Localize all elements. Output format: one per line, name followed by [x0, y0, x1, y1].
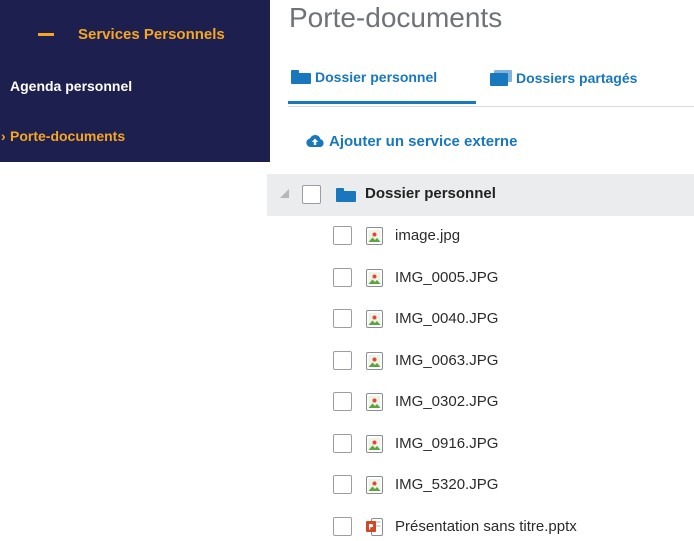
tab-label: Dossiers partagés — [516, 70, 638, 86]
add-external-service-link[interactable]: Ajouter un service externe — [305, 128, 517, 154]
add-external-service-label: Ajouter un service externe — [329, 132, 518, 150]
image-file-icon — [366, 310, 383, 328]
tab-label: Dossier personnel — [315, 68, 438, 85]
image-file-icon — [366, 476, 383, 494]
image-file-icon — [366, 393, 383, 411]
tree-root-row[interactable]: Dossier personnel — [267, 174, 694, 216]
sidebar-item-porte-documents[interactable]: › Porte-documents — [0, 118, 270, 154]
cloud-upload-icon — [306, 134, 324, 147]
file-row[interactable]: IMG_0040.JPG — [267, 299, 694, 341]
file-row[interactable]: IMG_0302.JPG — [267, 382, 694, 424]
sidebar-item-label: Porte-documents — [10, 128, 126, 144]
image-file-icon — [366, 227, 383, 245]
file-name[interactable]: IMG_5320.JPG — [395, 476, 498, 493]
file-name[interactable]: Présentation sans titre.pptx — [395, 518, 577, 535]
tree-root-label: Dossier personnel — [365, 185, 496, 202]
file-checkbox[interactable] — [333, 516, 352, 536]
tab-dossier-personnel[interactable]: Dossier personnel — [288, 52, 476, 104]
powerpoint-file-icon — [366, 517, 383, 536]
image-file-icon — [366, 434, 383, 453]
file-checkbox[interactable] — [333, 226, 352, 245]
file-row[interactable]: image.jpg — [267, 216, 694, 258]
file-checkbox[interactable] — [333, 433, 352, 453]
file-checkbox[interactable] — [333, 267, 352, 287]
sidebar-section-header[interactable]: Services Personnels — [0, 14, 270, 54]
sidebar: Services Personnels Agenda personnel › P… — [0, 0, 270, 162]
tab-divider — [288, 106, 694, 107]
file-name[interactable]: IMG_0005.JPG — [395, 269, 498, 286]
folders-icon — [490, 70, 512, 86]
file-name[interactable]: IMG_0916.JPG — [395, 435, 498, 452]
collapse-icon[interactable] — [38, 32, 54, 36]
file-checkbox[interactable] — [333, 475, 352, 494]
file-name[interactable]: IMG_0063.JPG — [395, 352, 498, 369]
root-checkbox[interactable] — [302, 185, 321, 204]
tab-dossiers-partages[interactable]: Dossiers partagés — [490, 52, 680, 104]
folder-icon — [291, 69, 311, 84]
file-checkbox[interactable] — [333, 350, 352, 370]
file-row[interactable]: IMG_5320.JPG — [267, 465, 694, 507]
file-row[interactable]: IMG_0916.JPG — [267, 424, 694, 466]
file-checkbox[interactable] — [333, 309, 352, 328]
image-file-icon — [366, 268, 383, 287]
file-name[interactable]: IMG_0302.JPG — [395, 393, 498, 410]
file-name[interactable]: IMG_0040.JPG — [395, 310, 498, 327]
sidebar-item-label: Agenda personnel — [10, 78, 133, 94]
folder-icon — [336, 188, 356, 202]
chevron-right-icon: › — [1, 128, 6, 144]
sidebar-item-agenda[interactable]: Agenda personnel — [0, 68, 270, 104]
file-row[interactable]: Présentation sans titre.pptx — [267, 507, 694, 541]
sidebar-section-label: Services Personnels — [78, 25, 225, 43]
file-checkbox[interactable] — [333, 392, 352, 411]
image-file-icon — [366, 351, 383, 370]
page-title: Porte-documents — [289, 2, 503, 33]
file-name[interactable]: image.jpg — [395, 227, 460, 244]
file-row[interactable]: IMG_0063.JPG — [267, 341, 694, 383]
file-row[interactable]: IMG_0005.JPG — [267, 258, 694, 300]
expand-toggle-icon[interactable] — [280, 189, 289, 198]
